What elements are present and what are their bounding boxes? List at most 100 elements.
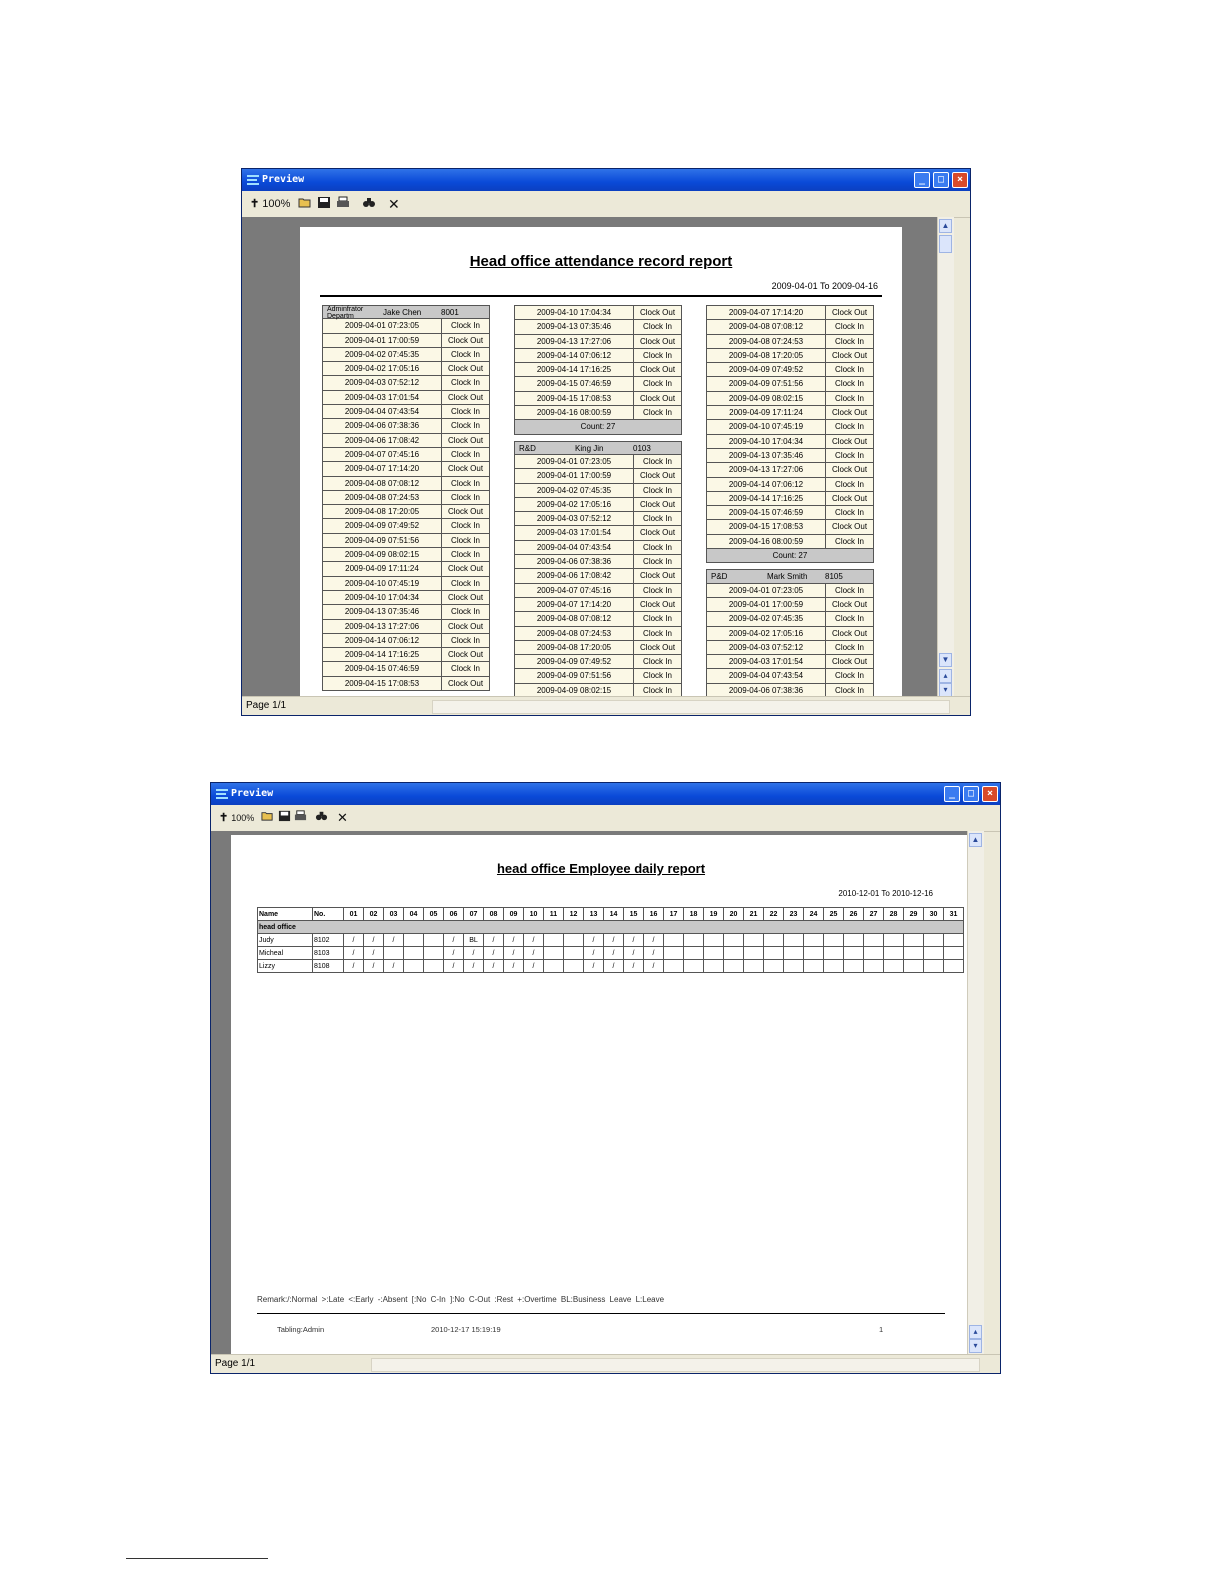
day-mark: / [443, 946, 464, 960]
record-type: Clock In [451, 550, 480, 560]
record-row: 2009-04-14 07:06:12 Clock In [514, 348, 682, 364]
record-time: 2009-04-02 17:05:16 [707, 626, 826, 640]
page-up-button[interactable]: ▴ [969, 1325, 982, 1339]
day-mark [783, 946, 804, 960]
save-button[interactable] [317, 195, 331, 213]
record-type: Clock Out [639, 571, 676, 581]
day-mark: / [483, 933, 504, 947]
record-time: 2009-04-03 07:52:12 [515, 512, 634, 526]
horizontal-scrollbar[interactable] [371, 1358, 980, 1372]
record-type: Clock Out [447, 621, 484, 631]
day-mark [403, 933, 424, 947]
record-row: 2009-04-10 07:45:19 Clock In [706, 420, 874, 435]
close-button[interactable]: × [982, 786, 998, 802]
minimize-button[interactable]: _ [944, 786, 960, 802]
record-type: Clock In [835, 393, 864, 403]
record-type: Clock Out [447, 678, 484, 688]
print-button[interactable] [294, 809, 307, 827]
maximize-button[interactable]: □ [933, 172, 949, 188]
day-mark [783, 959, 804, 973]
minimize-button[interactable]: _ [914, 172, 930, 188]
record-time: 2009-04-08 07:08:12 [323, 476, 442, 490]
vertical-scrollbar[interactable]: ▲ ▴ ▾ [967, 831, 984, 1357]
day-header: 04 [403, 907, 424, 921]
exit-button[interactable]: ✕ [337, 809, 348, 827]
scroll-up-button[interactable]: ▲ [939, 219, 952, 233]
exit-button[interactable]: ✕ [388, 195, 400, 213]
maximize-button[interactable]: □ [963, 786, 979, 802]
title-bar[interactable]: Preview _ □ × [242, 169, 970, 191]
record-type: Clock Out [639, 336, 676, 346]
record-type: Clock In [835, 422, 864, 432]
record-type: Clock Out [831, 350, 868, 360]
record-count: Count: 27 [514, 420, 682, 435]
record-row: 2009-04-01 07:23:05 Clock In [514, 454, 682, 470]
day-mark [543, 946, 564, 960]
record-type: Clock Out [831, 522, 868, 532]
record-time: 2009-04-08 17:20:05 [323, 505, 442, 519]
page-down-button[interactable]: ▾ [969, 1339, 982, 1353]
open-button[interactable] [298, 195, 312, 213]
day-mark: / [523, 933, 544, 947]
close-x-icon: ✕ [388, 196, 400, 212]
open-button[interactable] [261, 809, 274, 827]
record-row: 2009-04-07 17:14:20 Clock Out [706, 306, 874, 321]
print-button[interactable] [336, 195, 350, 213]
day-header: 28 [883, 907, 904, 921]
page-down-button[interactable]: ▾ [939, 683, 952, 697]
record-row: 2009-04-03 17:01:54 Clock Out [706, 655, 874, 670]
record-type: Clock In [643, 485, 672, 495]
record-time: 2009-04-07 17:14:20 [515, 597, 634, 612]
record-type: Clock In [643, 408, 672, 418]
record-row: 2009-04-08 07:08:12 Clock In [322, 476, 490, 491]
record-time: 2009-04-01 17:00:59 [707, 597, 826, 612]
zoom-button[interactable]: ✝ 100% [219, 809, 254, 827]
day-mark: / [363, 959, 384, 973]
record-time: 2009-04-10 17:04:34 [515, 306, 634, 320]
record-row: 2009-04-08 07:24:53 Clock In [322, 490, 490, 506]
save-button[interactable] [278, 809, 291, 827]
title-bar[interactable]: Preview _ □ × [211, 783, 1000, 805]
employee-name: Micheal [257, 946, 313, 960]
scroll-up-button[interactable]: ▲ [969, 833, 982, 847]
record-time: 2009-04-06 07:38:36 [323, 419, 442, 433]
record-time: 2009-04-08 17:20:05 [515, 640, 634, 655]
close-button[interactable]: × [952, 172, 968, 188]
record-type: Clock In [643, 322, 672, 332]
preview-window-1: Preview _ □ × ✝ 100% ✕ Head office atten… [241, 168, 971, 716]
find-button[interactable] [315, 809, 328, 827]
record-type: Clock In [643, 542, 672, 552]
employee-row: Lizzy 8108// / / / / / / / / / / [257, 959, 964, 973]
day-mark: / [603, 959, 624, 973]
employee-id: 8105 [825, 572, 843, 582]
record-type: Clock In [451, 635, 480, 645]
record-row: 2009-04-13 07:35:46 Clock In [706, 448, 874, 464]
scroll-down-button[interactable]: ▼ [939, 653, 952, 667]
day-mark [403, 959, 424, 973]
record-type: Clock In [451, 664, 480, 674]
record-row: 2009-04-09 08:02:15 Clock In [706, 391, 874, 407]
day-header: 07 [463, 907, 484, 921]
window-title: Preview [262, 174, 305, 185]
day-mark [883, 933, 904, 947]
find-button[interactable] [362, 195, 376, 213]
day-mark [823, 946, 844, 960]
day-mark [763, 946, 784, 960]
open-folder-icon [261, 812, 273, 821]
vertical-scrollbar[interactable]: ▲ ▼ ▴ ▾ [937, 217, 954, 699]
zoom-button[interactable]: ✝ 100% [250, 195, 290, 213]
page-up-button[interactable]: ▴ [939, 669, 952, 683]
record-row: 2009-04-01 07:23:05 Clock In [706, 583, 874, 598]
day-mark [663, 946, 684, 960]
day-header: 06 [443, 907, 464, 921]
day-mark: / [503, 946, 524, 960]
horizontal-scrollbar[interactable] [432, 700, 950, 714]
scroll-thumb[interactable] [939, 235, 952, 253]
record-type: Clock In [451, 349, 480, 359]
day-mark: / [483, 946, 504, 960]
record-type: Clock In [451, 421, 480, 431]
record-row: 2009-04-09 17:11:24 Clock Out [322, 562, 490, 577]
app-icon [216, 789, 228, 799]
record-row: 2009-04-08 07:08:12 Clock In [706, 320, 874, 335]
day-mark: / [643, 959, 664, 973]
